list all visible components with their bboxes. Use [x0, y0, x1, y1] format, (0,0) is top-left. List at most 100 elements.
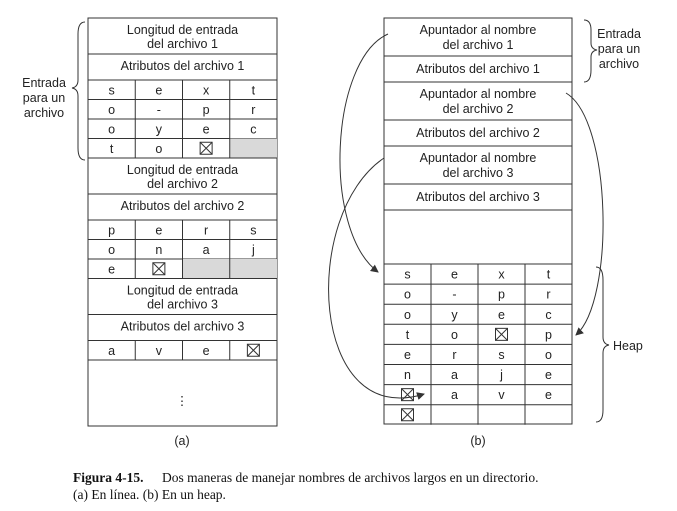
caption-subtitle: (a) En línea. (b) En un heap.	[73, 487, 226, 502]
heap-row-2-char-cell: r	[546, 288, 550, 302]
heap-row-5-char-cell: e	[404, 348, 411, 362]
heap-row-7-char-cell: e	[545, 388, 552, 402]
heap-row-3-char-cell: e	[498, 308, 505, 322]
panel-a-entry-1-row-4-char-cell: o	[155, 142, 162, 156]
heap-row-2-char-cell: -	[452, 288, 456, 302]
heap-row-1-char-cell: e	[451, 268, 458, 282]
panel-b-entry-2-pointer-line-2: del archivo 2	[443, 102, 514, 116]
heap-row-3-char-cell: c	[545, 308, 551, 322]
panel-a-entry-2-row-1-char-cell: s	[250, 223, 256, 237]
panel-a-entry-3-row-1-char-cell: a	[108, 344, 115, 358]
panel-a-entry-1-length-line-1: Longitud de entrada	[127, 23, 238, 37]
panel-b-entry-2-pointer-line-1: Apuntador al nombre	[420, 87, 537, 101]
heap-row-5-char-cell: r	[452, 348, 456, 362]
panel-a-entry-1-row-4-end-marker-icon	[199, 141, 213, 155]
heap-row-3-char-cell: o	[404, 308, 411, 322]
panel-b-entry-3-pointer-line-2: del archivo 3	[443, 166, 514, 180]
heap-row-7-end-marker-icon	[401, 388, 414, 402]
panel-a-entry-2-row-2-char-cell: n	[155, 243, 162, 257]
heap-row-6-char-cell: n	[404, 368, 411, 382]
panel-a-entry-1-row-3-char-cell: c	[250, 122, 256, 136]
panel-a-ellipsis: ⋮	[176, 394, 189, 408]
pointer-arrow-file-1	[339, 33, 389, 273]
heap-row-2-char-cell: p	[498, 288, 505, 302]
panel-a-side-label-2: para un	[23, 91, 65, 105]
heap-row-4-char-cell: t	[406, 328, 410, 342]
panel-a-entry-3-length-line-2: del archivo 3	[147, 298, 218, 312]
heap-row-6-char-cell: e	[545, 368, 552, 382]
panel-b: Apuntador al nombredel archivo 1Atributo…	[328, 17, 643, 448]
panel-a-entry-1-row-1-char-cell: t	[252, 83, 256, 97]
panel-b-entry-1-pointer-line-1: Apuntador al nombre	[420, 23, 537, 37]
panel-a-entry-2-row-1-char-cell: r	[204, 223, 208, 237]
panel-a-entry-2-row-2-char-cell: a	[203, 243, 210, 257]
heap-row-4-char-cell: o	[451, 328, 458, 342]
panel-a-brace	[71, 21, 86, 161]
panel-a-side-label-1: Entrada	[22, 76, 66, 90]
caption: Figura 4-15. Dos maneras de manejar nomb…	[73, 470, 539, 502]
heap-row-5-char-cell: s	[498, 348, 504, 362]
panel-a-entry-1-row-1-char-cell: x	[203, 83, 210, 97]
panel-a-entry-3-row-1-end-marker-icon	[246, 343, 260, 357]
panel-a-entry-3-row-1-char-cell: e	[203, 344, 210, 358]
panel-a-entry-1-row-3-char-cell: y	[156, 122, 163, 136]
panel-b-entry-3-pointer-line-1: Apuntador al nombre	[420, 151, 537, 165]
panel-a-entry-1-row-3-char-cell: o	[108, 122, 115, 136]
panel-a-entry-2-row-2-char-cell: o	[108, 243, 115, 257]
panel-b-entry-1-attributes: Atributos del archivo 1	[416, 62, 540, 76]
panel-a-entry-2-row-1-char-cell: p	[108, 223, 115, 237]
panel-a-entry-1-row-1-char-cell: s	[109, 83, 115, 97]
panel-a-label: (a)	[174, 434, 189, 448]
panel-a-entry-2-row-3-end-marker-icon	[152, 262, 166, 276]
panel-b-heap-label: Heap	[613, 339, 643, 353]
panel-a-side-label-3: archivo	[24, 106, 64, 120]
panel-a-entry-3-attributes: Atributos del archivo 3	[121, 320, 245, 334]
heap-row-7-char-cell: v	[498, 388, 505, 402]
heap-row-4-end-marker-icon	[495, 327, 508, 341]
panel-b-heap-brace	[595, 266, 610, 423]
panel-b-entry-3-attributes: Atributos del archivo 3	[416, 190, 540, 204]
heap-row-2-char-cell: o	[404, 288, 411, 302]
heap-row-6-char-cell: j	[499, 368, 503, 382]
heap-row-1-char-cell: s	[404, 268, 410, 282]
panel-a-entry-1-length-line-2: del archivo 1	[147, 37, 218, 51]
panel-a-entry-1-row-2-char-cell: -	[157, 103, 161, 117]
heap-row-1-char-cell: t	[547, 268, 551, 282]
panel-a-entry-2-length-line-2: del archivo 2	[147, 177, 218, 191]
panel-b-side-label-3: archivo	[599, 57, 639, 71]
panel-a-entry-2-row-3-char-cell: e	[108, 262, 115, 276]
panel-a-entry-1-attributes: Atributos del archivo 1	[121, 59, 245, 73]
figure-canvas: Longitud de entradadel archivo 1Atributo…	[22, 17, 643, 502]
heap-row-6-char-cell: a	[451, 368, 458, 382]
caption-title: Dos maneras de manejar nombres de archiv…	[162, 470, 539, 485]
panel-a-entry-1-row-2-char-cell: p	[203, 103, 210, 117]
heap-row-1-char-cell: x	[498, 268, 505, 282]
panel-a-entry-1-row-3-char-cell: e	[203, 122, 210, 136]
panel-a-entry-2-row-3-padding-cell	[229, 259, 277, 279]
panel-a-entry-1-row-2-char-cell: o	[108, 103, 115, 117]
panel-a-entry-1-row-4-char-cell: t	[110, 142, 114, 156]
caption-figure-number: Figura 4-15.	[73, 470, 144, 485]
panel-a-entry-2-length-line-1: Longitud de entrada	[127, 163, 238, 177]
panel-b-entry-1-pointer-line-2: del archivo 1	[443, 38, 514, 52]
heap-row-7-char-cell: a	[451, 388, 458, 402]
panel-a-entry-1-row-2-char-cell: r	[251, 103, 255, 117]
panel-a: Longitud de entradadel archivo 1Atributo…	[22, 17, 278, 448]
panel-b-label: (b)	[470, 434, 485, 448]
panel-a-entry-2-attributes: Atributos del archivo 2	[121, 199, 245, 213]
heap-row-3-char-cell: y	[451, 308, 458, 322]
panel-a-entry-2-row-2-char-cell: j	[251, 243, 255, 257]
panel-a-entry-1-row-1-char-cell: e	[155, 83, 162, 97]
panel-b-side-label-2: para un	[598, 42, 640, 56]
heap-row-8-end-marker-icon	[401, 408, 414, 422]
heap-row-5-char-cell: o	[545, 348, 552, 362]
panel-a-entry-3-row-1-char-cell: v	[156, 344, 163, 358]
panel-b-entry-brace	[583, 19, 598, 83]
heap-row-4-char-cell: p	[545, 328, 552, 342]
panel-b-entry-2-attributes: Atributos del archivo 2	[416, 126, 540, 140]
panel-a-entry-2-row-3-padding-cell	[182, 259, 230, 279]
panel-a-entry-1-row-4-padding-cell	[229, 138, 277, 158]
panel-a-entry-2-row-1-char-cell: e	[155, 223, 162, 237]
panel-a-entry-3-length-line-1: Longitud de entrada	[127, 284, 238, 298]
panel-b-side-label-1: Entrada	[597, 27, 641, 41]
